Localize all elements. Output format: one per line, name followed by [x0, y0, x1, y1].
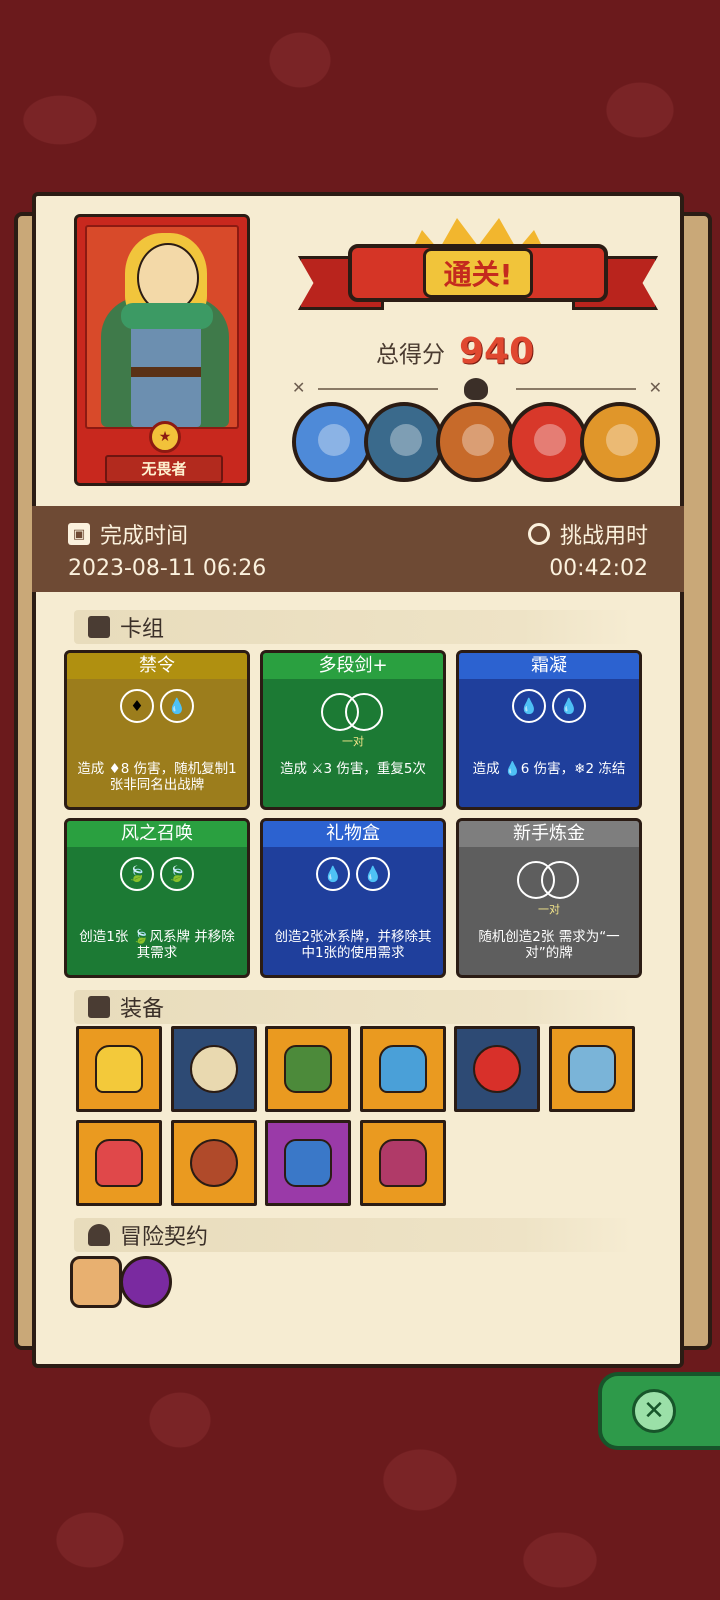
deck-section-title: 卡组 — [120, 617, 165, 642]
card-requirements: ♦ 💧 — [67, 689, 247, 723]
card-title: 风之召唤 — [67, 821, 247, 847]
ice-scroll-icon[interactable] — [170, 1026, 257, 1112]
cards-icon — [88, 616, 110, 638]
deck-card[interactable]: 多段剑+ 一对造成 ⚔3 伤害，重复5次 — [260, 650, 446, 810]
deck-card[interactable]: 礼物盒 💧 💧 创造2张冰系牌，并移除其中1张的使用需求 — [260, 818, 446, 978]
frost-shield-icon[interactable] — [359, 1026, 446, 1112]
card-description: 创造1张 🍃风系牌 并移除其需求 — [79, 929, 235, 961]
duration-label-row: 挑战用时 — [527, 518, 648, 550]
deck-card[interactable]: 霜凝 💧 💧 造成 💧6 伤害，❄2 冻结 — [456, 650, 642, 810]
requirement-slot-icon: 💧 — [160, 689, 194, 723]
card-requirements: 💧 💧 — [459, 689, 639, 723]
bird-boss-icon[interactable] — [436, 402, 516, 482]
banner-title: 通关! — [422, 248, 534, 298]
stopwatch-icon — [527, 523, 550, 545]
equipment-section-title: 装备 — [120, 997, 165, 1022]
crossed-swords-icon: ✕ — [648, 378, 662, 397]
duration-value: 00:42:02 — [549, 556, 648, 581]
requirement-slot-icon: 💧 — [512, 689, 546, 723]
victory-banner: 通关! — [298, 216, 658, 336]
card-title: 霜凝 — [459, 653, 639, 679]
score-label: 总得分 — [376, 341, 445, 368]
contract-scroll-icon[interactable] — [70, 1256, 122, 1308]
card-title: 禁令 — [67, 653, 247, 679]
close-icon: ✕ — [632, 1389, 676, 1433]
deck-card[interactable]: 风之召唤 🍃 🍃 创造1张 🍃风系牌 并移除其需求 — [64, 818, 250, 978]
deck-card[interactable]: 禁令 ♦ 💧 造成 ♦8 伤害，随机复制1张非同名出战牌 — [64, 650, 250, 810]
requirement-slot-icon: 🍃 — [120, 857, 154, 891]
requirement-slot-icon: 💧 — [552, 689, 586, 723]
card-title: 新手炼金 — [459, 821, 639, 847]
skull-icon — [464, 378, 488, 400]
hero-name: 无畏者 — [105, 455, 223, 483]
requirement-slot-icon: ♦ — [120, 689, 154, 723]
card-description: 随机创造2张 需求为“一对”的牌 — [478, 929, 620, 961]
card-description: 造成 💧6 伤害，❄2 冻结 — [472, 761, 626, 777]
hero-card[interactable]: ★ 无畏者 — [74, 214, 250, 486]
card-requirements: 💧 💧 — [263, 857, 443, 891]
crystal-golem-boss-icon[interactable] — [580, 402, 660, 482]
purple-beast-icon[interactable] — [120, 1256, 172, 1308]
score-row: 总得分 940 — [376, 331, 534, 372]
equipment-section-header: 装备 — [74, 990, 634, 1024]
defeated-bosses — [292, 402, 662, 484]
card-title: 多段剑+ — [263, 653, 443, 679]
requirement-slot-icon: 🍃 — [160, 857, 194, 891]
ice-blade-icon[interactable] — [548, 1026, 635, 1112]
result-panel: ★ 无畏者 通关! 总得分 940 ✕ ✕ ▣ 完成时间 2023-08-11 … — [32, 192, 684, 1368]
hero-emblem-icon: ★ — [149, 421, 181, 453]
person-icon — [88, 1224, 110, 1246]
demon-mask-boss-icon[interactable] — [508, 402, 588, 482]
deck-section-header: 卡组 — [74, 610, 634, 644]
turtle-shell-icon[interactable] — [265, 1026, 351, 1112]
lava-stone-icon[interactable] — [170, 1120, 257, 1206]
pair-requirement-icon — [321, 693, 385, 733]
card-description: 造成 ♦8 伤害，随机复制1张非同名出战牌 — [77, 761, 237, 793]
mushroom-boss-icon[interactable] — [292, 402, 372, 482]
card-description: 造成 ⚔3 伤害，重复5次 — [280, 761, 426, 777]
finish-time-label-row: ▣ 完成时间 — [68, 518, 188, 550]
red-gem-icon[interactable] — [454, 1026, 540, 1112]
time-info-band: ▣ 完成时间 2023-08-11 06:26 挑战用时 00:42:02 — [32, 506, 684, 592]
hero-portrait — [85, 225, 239, 429]
pair-requirement-icon — [517, 861, 581, 901]
ghost-king-boss-icon[interactable] — [364, 402, 444, 482]
close-button[interactable]: ✕ — [598, 1372, 720, 1450]
score-value: 940 — [459, 331, 535, 372]
fire-feather-icon[interactable] — [76, 1120, 162, 1206]
crossed-swords-icon: ✕ — [292, 378, 306, 397]
contracts-section-header: 冒险契约 — [74, 1218, 634, 1252]
contracts-section-title: 冒险契约 — [120, 1225, 209, 1250]
card-title: 礼物盒 — [263, 821, 443, 847]
duration-label: 挑战用时 — [559, 524, 648, 549]
requirement-slot-icon: 💧 — [356, 857, 390, 891]
golden-crown-icon[interactable] — [76, 1026, 162, 1112]
boss-divider: ✕ ✕ — [292, 378, 662, 400]
deck-card[interactable]: 新手炼金一对随机创造2张 需求为“一对”的牌 — [456, 818, 642, 978]
card-requirements: 🍃 🍃 — [67, 857, 247, 891]
requirement-slot-icon: 💧 — [316, 857, 350, 891]
pair-label: 一对 — [342, 735, 364, 748]
box-icon — [88, 996, 110, 1018]
card-description: 创造2张冰系牌，并移除其中1张的使用需求 — [274, 929, 432, 961]
pair-label: 一对 — [538, 903, 560, 916]
blue-amulet-icon[interactable] — [265, 1120, 351, 1206]
finish-time-label: 完成时间 — [100, 524, 189, 549]
cursed-heart-icon[interactable] — [359, 1120, 446, 1206]
calendar-icon: ▣ — [68, 523, 90, 545]
finish-time-value: 2023-08-11 06:26 — [68, 556, 267, 581]
